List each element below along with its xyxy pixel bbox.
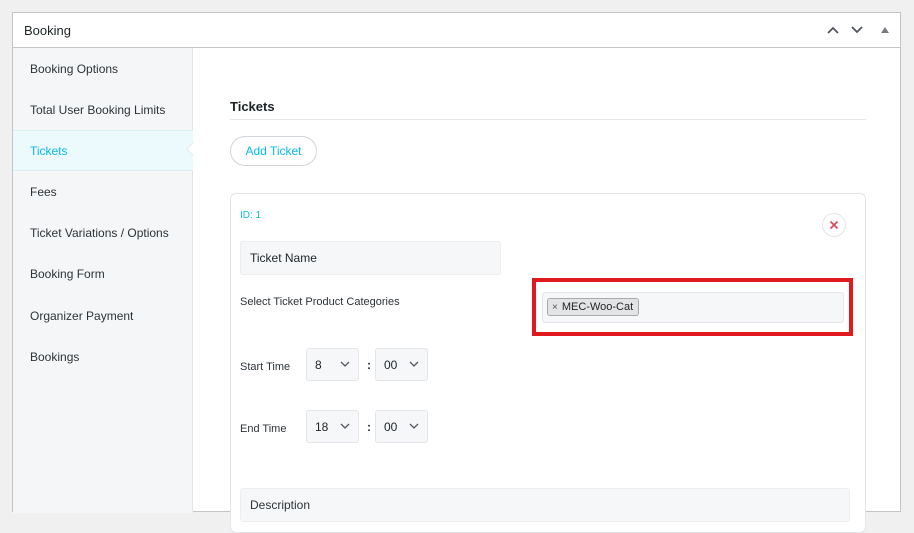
sidebar-item-ticket-variations[interactable]: Ticket Variations / Options [13, 212, 193, 253]
categories-label: Select Ticket Product Categories [240, 296, 400, 308]
chevron-down-icon [409, 361, 419, 367]
booking-postbox: Booking Booking Options Total User Booki… [12, 12, 901, 533]
start-hour-value: 8 [315, 357, 322, 372]
sidebar-item-label: Bookings [30, 349, 80, 364]
remove-ticket-button[interactable] [822, 213, 846, 237]
move-up-icon[interactable] [823, 20, 843, 40]
sidebar-item-booking-form[interactable]: Booking Form [13, 253, 193, 294]
sidebar-item-label: Ticket Variations / Options [30, 225, 169, 240]
end-hour-value: 18 [315, 419, 329, 434]
ticket-name-input[interactable]: Ticket Name [240, 241, 501, 275]
highlight-box [532, 278, 853, 336]
end-minute-value: 00 [384, 419, 398, 434]
postbox-header: Booking [13, 13, 900, 48]
sidebar-item-booking-options[interactable]: Booking Options [13, 48, 193, 89]
end-hour-select[interactable]: 18 [306, 410, 359, 443]
start-minute-value: 00 [384, 357, 398, 372]
end-time-label: End Time [240, 423, 287, 435]
postbox-title: Booking [24, 23, 71, 38]
chevron-down-icon [340, 423, 350, 429]
time-separator: : [367, 358, 371, 372]
booking-sidebar: Booking Options Total User Booking Limit… [13, 48, 193, 513]
sidebar-item-label: Tickets [30, 143, 68, 158]
start-minute-select[interactable]: 00 [375, 348, 428, 381]
close-icon [829, 220, 839, 230]
end-minute-select[interactable]: 00 [375, 410, 428, 443]
sidebar-item-fees[interactable]: Fees [13, 171, 193, 212]
sidebar-item-label: Total User Booking Limits [30, 102, 166, 117]
move-down-icon[interactable] [847, 20, 867, 40]
start-hour-select[interactable]: 8 [306, 348, 359, 381]
sidebar-item-label: Booking Options [30, 61, 119, 76]
start-time-label: Start Time [240, 361, 291, 373]
ticket-card: ID: 1 Ticket Name Select Ticket Product … [230, 193, 866, 533]
sidebar-item-label: Booking Form [30, 266, 105, 281]
section-divider [230, 119, 866, 120]
sidebar-item-total-user-booking-limits[interactable]: Total User Booking Limits [13, 89, 193, 130]
ticket-id: ID: 1 [240, 210, 262, 221]
sidebar-item-label: Fees [30, 184, 57, 199]
description-textarea[interactable]: Description [240, 488, 850, 522]
chevron-down-icon [409, 423, 419, 429]
chevron-down-icon [340, 361, 350, 367]
sidebar-item-bookings[interactable]: Bookings [13, 336, 193, 377]
section-title: Tickets [230, 99, 275, 114]
sidebar-item-tickets[interactable]: Tickets [13, 130, 193, 171]
collapse-toggle-icon[interactable] [875, 20, 895, 40]
tickets-panel: Tickets Add Ticket ID: 1 Ticket Name Sel… [194, 48, 900, 533]
time-separator: : [367, 420, 371, 434]
add-ticket-button[interactable]: Add Ticket [230, 136, 317, 166]
sidebar-item-label: Organizer Payment [30, 308, 134, 323]
sidebar-item-organizer-payment[interactable]: Organizer Payment [13, 295, 193, 336]
